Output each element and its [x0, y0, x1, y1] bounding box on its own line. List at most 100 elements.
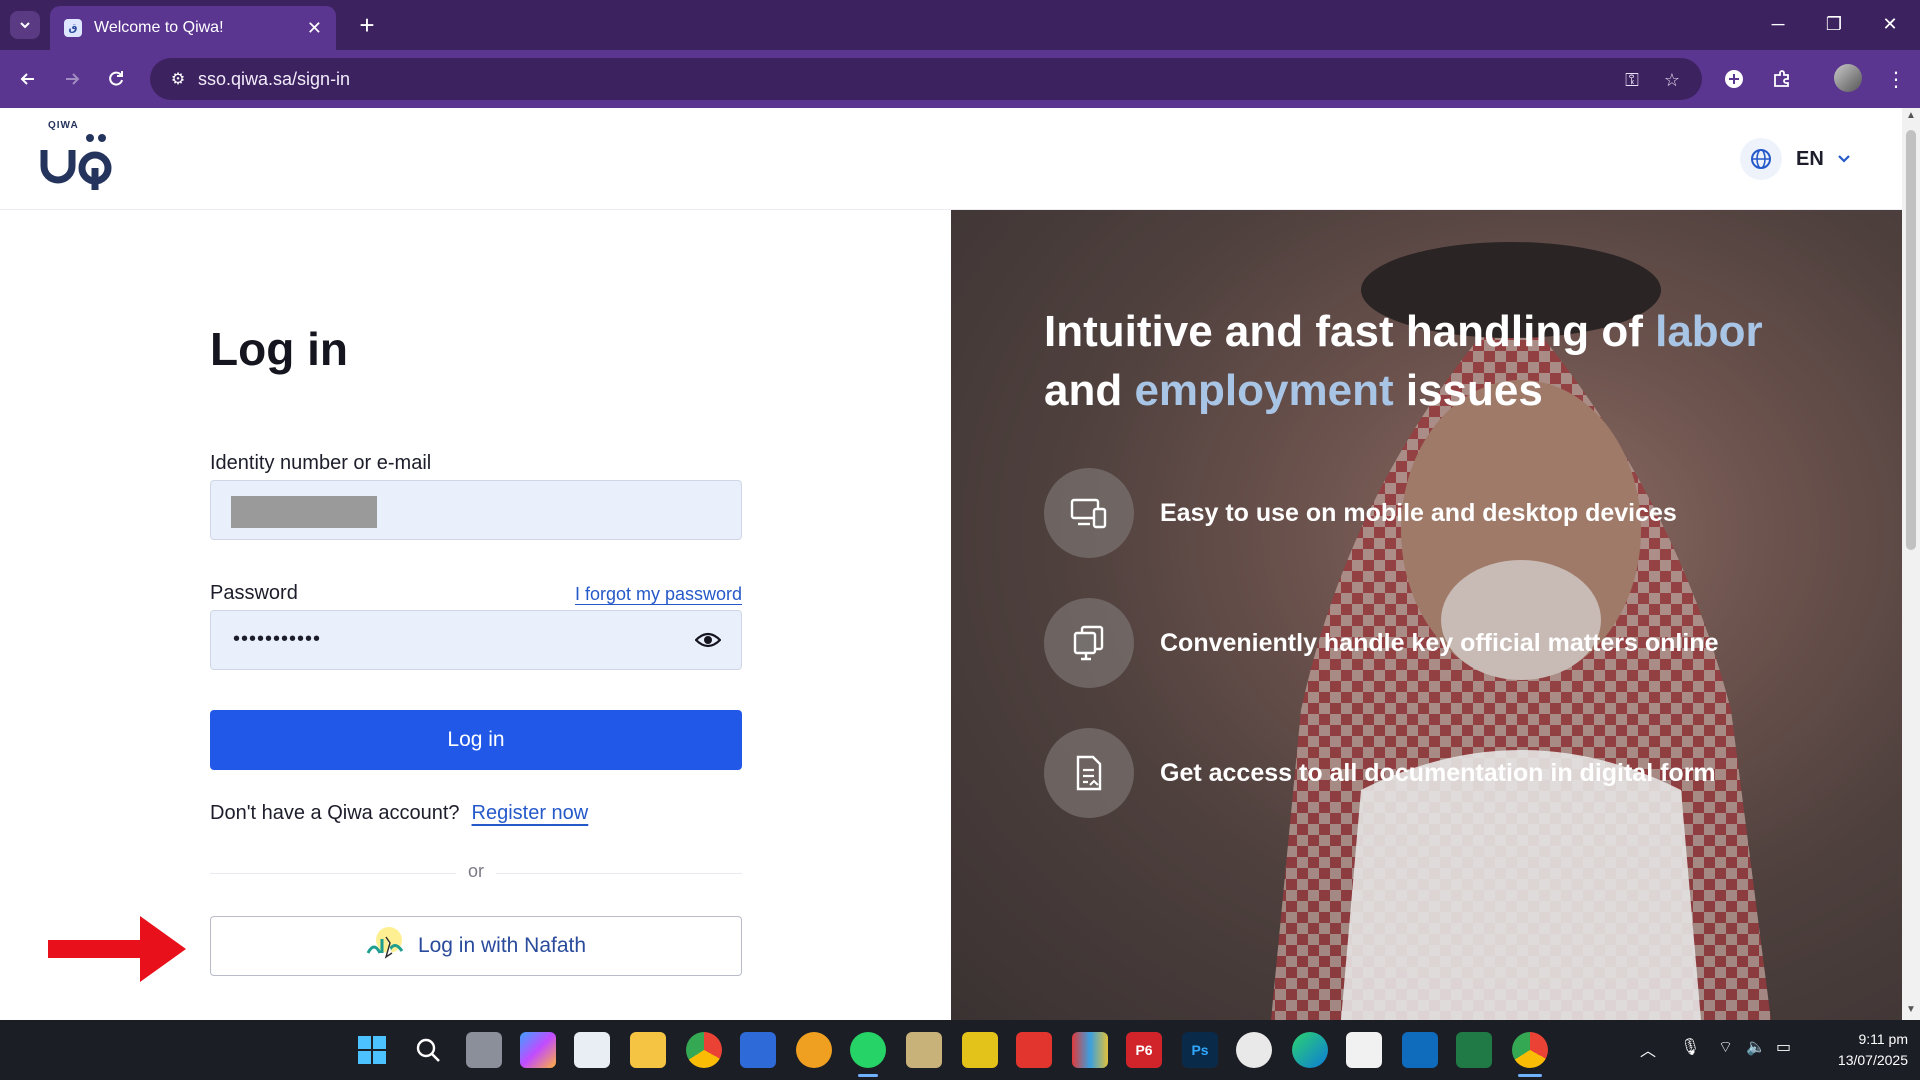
clock-time: 9:11 pm	[1858, 1031, 1908, 1047]
new-tab-button[interactable]: +	[352, 10, 382, 40]
password-key-icon[interactable]: ⚿	[1620, 68, 1644, 92]
feature-text: Conveniently handle key official matters…	[1160, 628, 1719, 657]
tab-search-button[interactable]	[10, 11, 40, 39]
minimize-button[interactable]: ─	[1758, 8, 1798, 40]
wifi-icon[interactable]: ⌔	[1718, 1037, 1733, 1057]
devices-icon	[1044, 468, 1134, 558]
nafath-logo-icon	[366, 927, 408, 961]
show-password-eye-icon[interactable]	[695, 629, 721, 651]
restore-button[interactable]: ❐	[1814, 8, 1854, 40]
active-app-indicator	[1518, 1074, 1542, 1077]
red-arrow-annotation-icon	[48, 916, 186, 982]
reload-icon	[109, 71, 123, 86]
puzzle-icon	[1774, 70, 1789, 87]
search-icon[interactable]	[410, 1032, 446, 1068]
headline-highlight-employment: employment	[1134, 366, 1394, 415]
chrome-active-icon[interactable]	[1512, 1032, 1548, 1068]
app-icon[interactable]	[796, 1032, 832, 1068]
no-account-text: Don't have a Qiwa account?	[210, 802, 460, 824]
app-icon[interactable]	[1236, 1032, 1272, 1068]
app-icon[interactable]	[740, 1032, 776, 1068]
file-explorer-icon[interactable]	[630, 1032, 666, 1068]
feature-text: Easy to use on mobile and desktop device…	[1160, 498, 1677, 527]
feature-item: Easy to use on mobile and desktop device…	[1044, 468, 1677, 558]
page-title: Log in	[210, 323, 348, 375]
browser-menu-button[interactable]: ⋮	[1880, 63, 1912, 95]
promo-headline: Intuitive and fast handling of labor and…	[1044, 302, 1824, 420]
site-info-icon[interactable]: ⚙	[162, 69, 194, 89]
microphone-icon[interactable]: 🎙	[1680, 1037, 1700, 1057]
back-button[interactable]	[12, 63, 44, 95]
or-separator: or	[456, 861, 496, 882]
scroll-down-icon[interactable]: ▼	[1906, 1004, 1916, 1015]
feature-item: Get access to all documentation in digit…	[1044, 728, 1716, 818]
register-prompt: Don't have a Qiwa account? Register now	[210, 802, 588, 825]
password-label: Password	[210, 582, 298, 604]
password-value: •••••••••••	[233, 628, 322, 650]
scroll-up-icon[interactable]: ▲	[1906, 110, 1916, 121]
feature-text: Get access to all documentation in digit…	[1160, 758, 1716, 787]
close-tab-icon[interactable]: ✕	[307, 18, 322, 39]
edge-icon[interactable]	[1292, 1032, 1328, 1068]
profile-avatar[interactable]	[1834, 64, 1862, 92]
bookmark-star-icon[interactable]: ☆	[1660, 68, 1684, 92]
primavera-p6-icon[interactable]: P6	[1126, 1032, 1162, 1068]
whatsapp-icon[interactable]	[850, 1032, 886, 1068]
login-button[interactable]: Log in	[210, 710, 742, 770]
language-code: EN	[1796, 147, 1824, 170]
chevron-down-icon	[20, 22, 30, 29]
promo-panel: Intuitive and fast handling of labor and…	[951, 210, 1902, 1020]
chevron-up-icon[interactable]: ︿	[1640, 1037, 1656, 1061]
volume-icon[interactable]: 🔈	[1746, 1037, 1766, 1057]
photoshop-icon[interactable]: Ps	[1182, 1032, 1218, 1068]
login-panel: Log in Identity number or e-mail Passwor…	[0, 210, 951, 1020]
reload-button[interactable]	[100, 63, 132, 95]
add-extension-button[interactable]	[1718, 63, 1750, 95]
battery-icon[interactable]: ▭	[1776, 1037, 1791, 1057]
task-view-icon[interactable]	[466, 1032, 502, 1068]
system-clock[interactable]: 9:11 pm 13/07/2025	[1808, 1029, 1908, 1071]
arrow-left-icon	[20, 73, 34, 85]
browser-tab-active[interactable]: ق Welcome to Qiwa! ✕	[50, 6, 336, 50]
store-icon[interactable]	[574, 1032, 610, 1068]
password-input[interactable]: •••••••••••	[210, 610, 742, 670]
page-scrollbar[interactable]: ▲ ▼	[1902, 108, 1920, 1020]
app-icon[interactable]	[1346, 1032, 1382, 1068]
browser-tab-bar: ق Welcome to Qiwa! ✕ + ─ ❐ ✕	[0, 0, 1920, 50]
language-selector[interactable]: EN	[1740, 138, 1852, 180]
browser-toolbar: ⚙ sso.qiwa.sa/sign-in ⚿ ☆ ⋮	[0, 50, 1920, 108]
forgot-password-link[interactable]: I forgot my password	[575, 584, 742, 605]
qiwa-favicon-icon: ق	[64, 19, 82, 37]
headline-highlight-labor: labor	[1655, 307, 1763, 356]
feature-item: Conveniently handle key official matters…	[1044, 598, 1718, 688]
copilot-icon[interactable]	[520, 1032, 556, 1068]
os-taskbar: P6 Ps ︿ 🎙 ⌔ 🔈 ▭ 9:11 pm 13/07/2025	[0, 1020, 1920, 1080]
scroll-thumb[interactable]	[1906, 130, 1916, 550]
close-window-button[interactable]: ✕	[1870, 8, 1910, 40]
app-icon[interactable]	[962, 1032, 998, 1068]
clock-date: 13/07/2025	[1837, 1052, 1908, 1068]
logo-wordmark: QIWA	[48, 120, 79, 131]
nafath-login-button[interactable]: Log in with Nafath	[210, 916, 742, 976]
qiwa-logo[interactable]: QIWA	[38, 120, 122, 196]
web-page: QIWA EN Log in Identity number or e-mail…	[0, 108, 1902, 1020]
app-icon[interactable]	[1016, 1032, 1052, 1068]
identity-label: Identity number or e-mail	[210, 452, 432, 474]
headline-text-1: Intuitive and fast handling of	[1044, 307, 1656, 356]
site-header: QIWA EN	[0, 108, 1902, 210]
identity-input[interactable]	[210, 480, 742, 540]
outlook-icon[interactable]	[1402, 1032, 1438, 1068]
forward-button[interactable]	[56, 63, 88, 95]
address-bar[interactable]: ⚙ sso.qiwa.sa/sign-in	[150, 58, 1702, 100]
extensions-button[interactable]	[1766, 63, 1798, 95]
register-link[interactable]: Register now	[472, 802, 589, 824]
chrome-icon[interactable]	[686, 1032, 722, 1068]
app-icon[interactable]	[906, 1032, 942, 1068]
nafath-label: Log in with Nafath	[417, 934, 587, 957]
headline-text-2: and	[1044, 366, 1135, 415]
tab-title: Welcome to Qiwa!	[94, 19, 224, 36]
running-indicator	[858, 1074, 878, 1077]
excel-icon[interactable]	[1456, 1032, 1492, 1068]
app-icon[interactable]	[1072, 1032, 1108, 1068]
windows-start-icon[interactable]	[354, 1032, 390, 1068]
